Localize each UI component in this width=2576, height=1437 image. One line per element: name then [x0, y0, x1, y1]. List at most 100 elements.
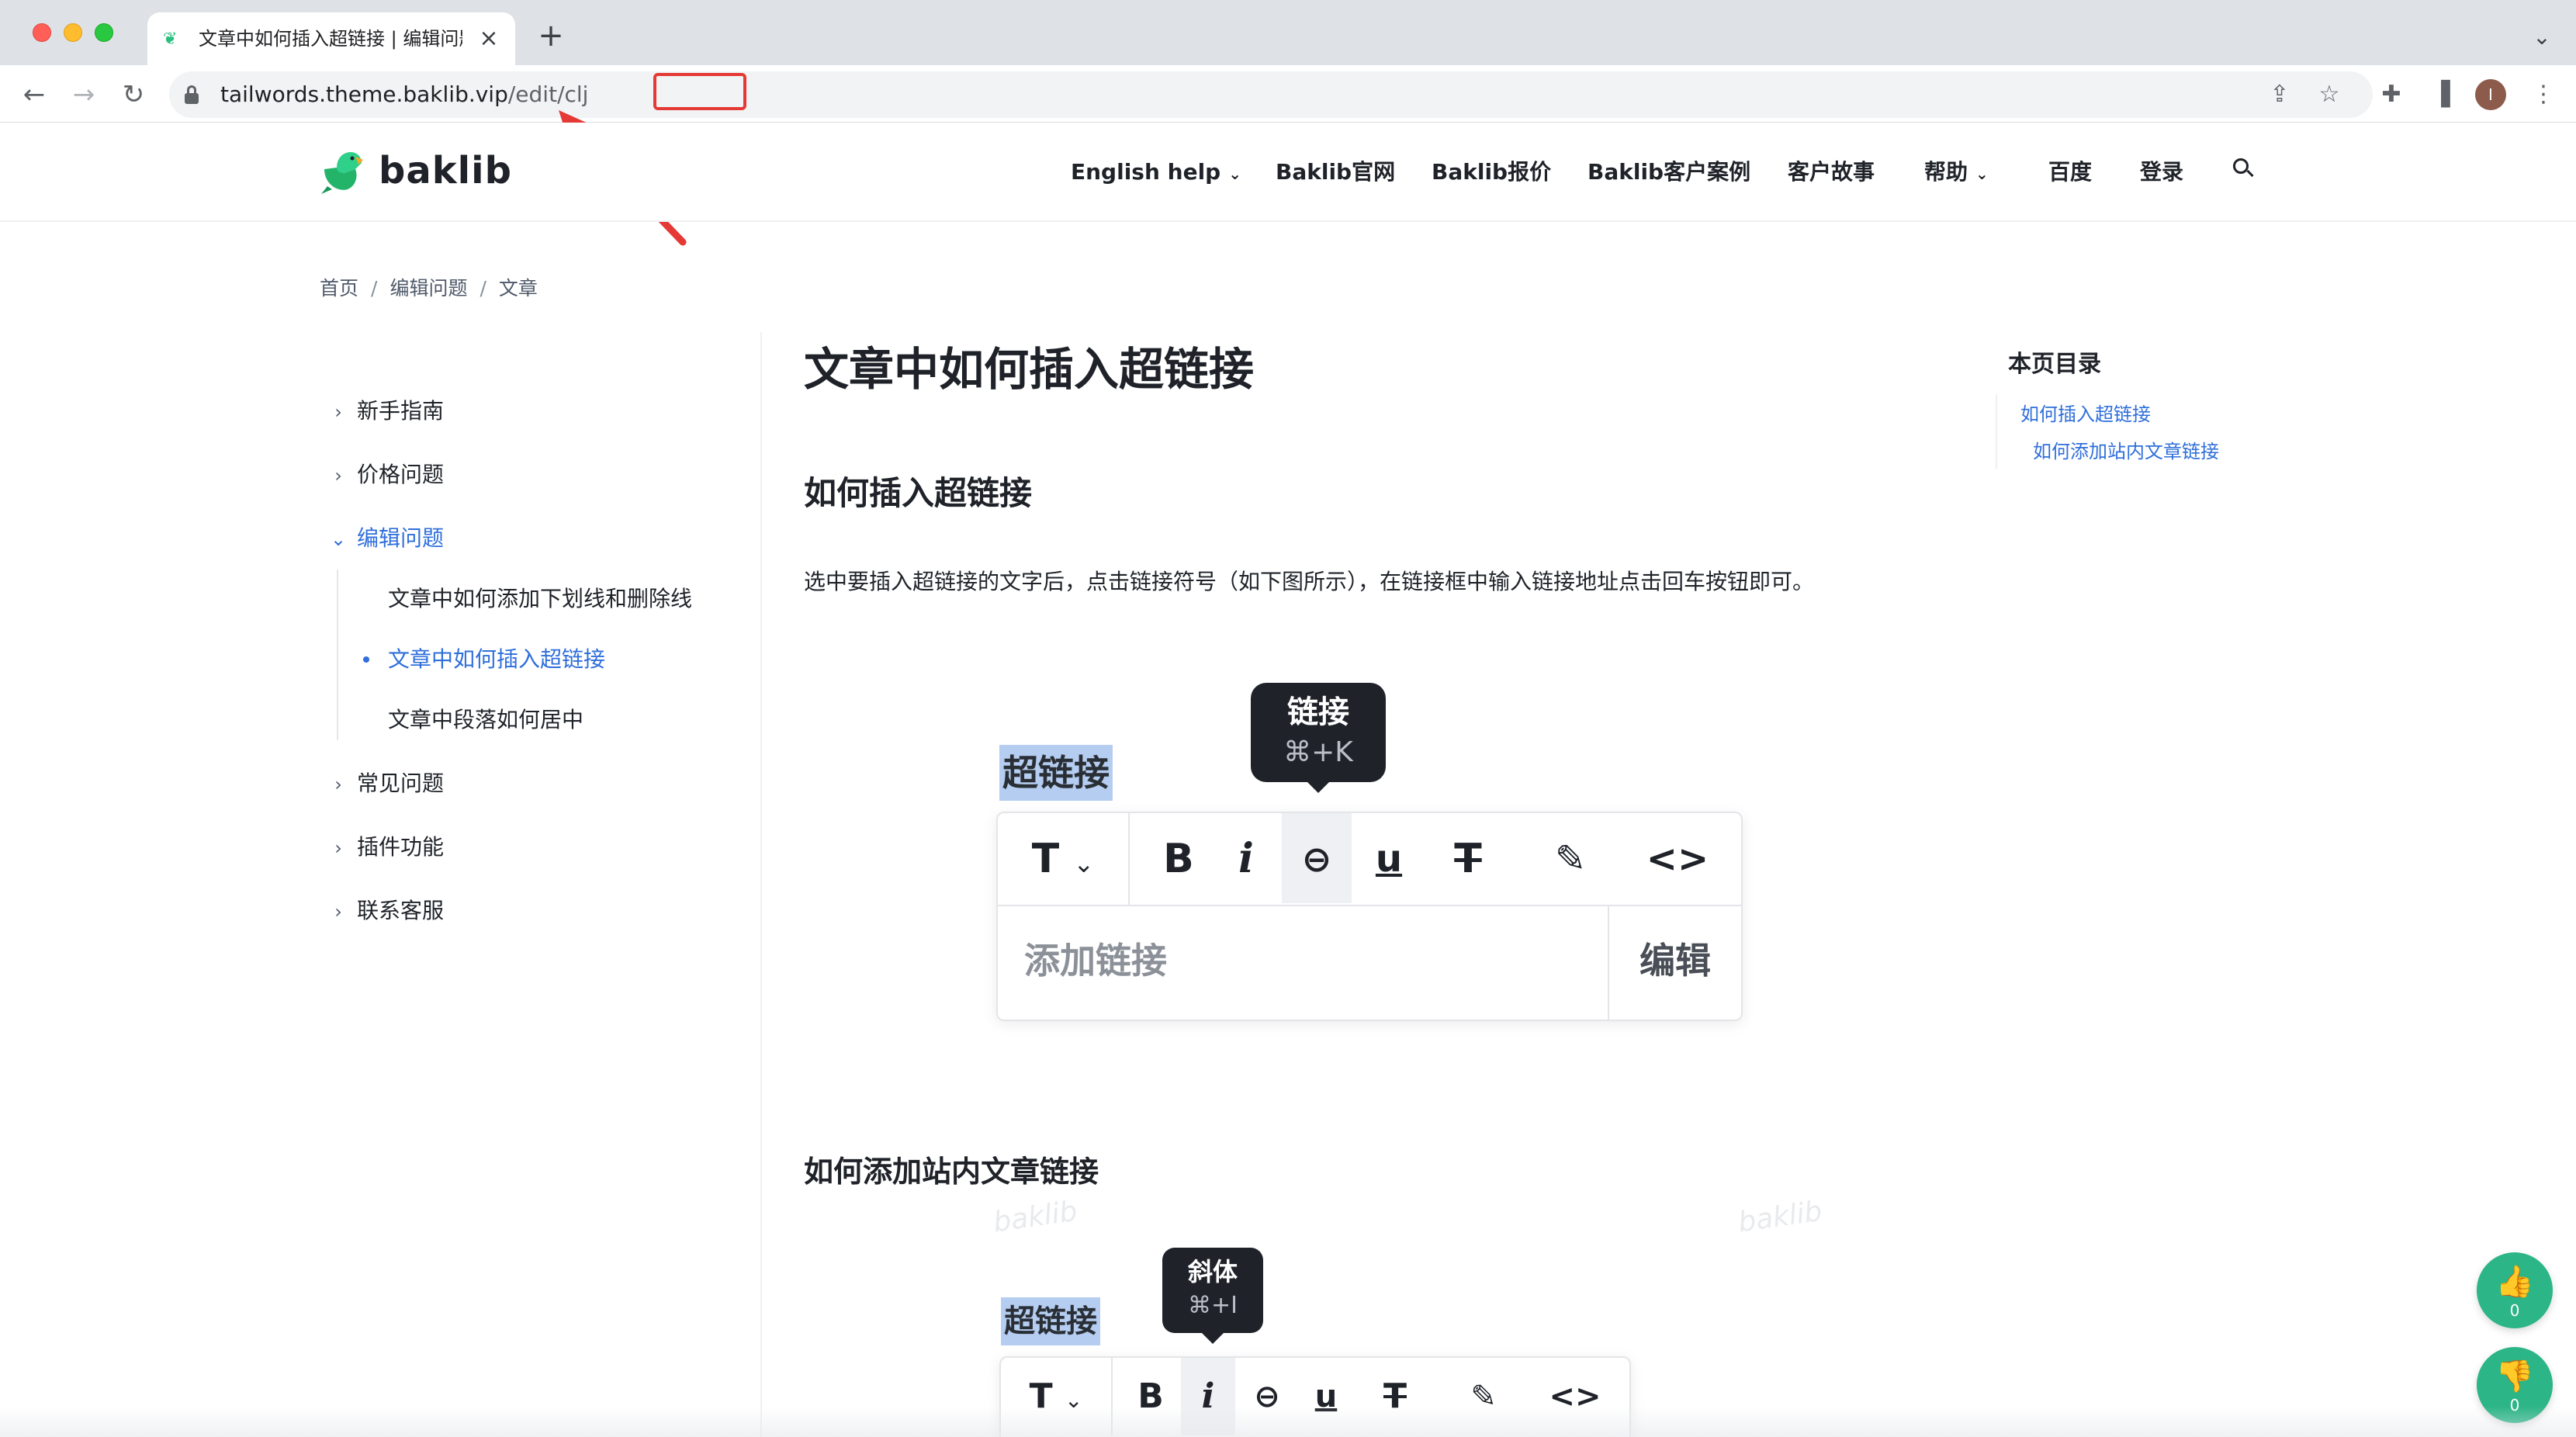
article-paragraph: 选中要插入超链接的文字后，点击链接符号（如下图所示），在链接框中输入链接地址点击… [804, 569, 1815, 594]
sidebar-item-plugins[interactable]: › 插件功能 [320, 830, 444, 864]
thumbs-up-count: 0 [2509, 1301, 2520, 1320]
url-text[interactable]: tailwords.theme.baklib.vip/edit/clj [220, 71, 588, 118]
sidebar-item-label: 编辑问题 [357, 525, 445, 551]
new-tab-button[interactable]: + [535, 20, 566, 51]
nav-help[interactable]: 帮助 ⌄ [1924, 157, 1989, 188]
site-header: baklib English help ⌄ Baklib官网 Baklib报价 B… [0, 123, 2576, 222]
thumbs-down-icon: 👎 [2495, 1359, 2534, 1394]
baklib-favicon-icon: ❦ [163, 29, 178, 49]
sidebar-subtree-rail [337, 570, 338, 740]
chevron-right-icon: › [334, 901, 342, 923]
italic-icon: i [1238, 835, 1254, 882]
tab-close-icon[interactable]: × [475, 25, 503, 53]
section-heading-internal-link: 如何添加站内文章链接 [804, 1155, 1099, 1189]
window-zoom-button[interactable] [95, 23, 113, 42]
toc-rail [1996, 394, 1997, 469]
toc-link-internal-link[interactable]: 如何添加站内文章链接 [2033, 438, 2219, 466]
sidebar-item-beginner-guide[interactable]: › 新手指南 [320, 394, 444, 428]
breadcrumb-separator: / [371, 277, 378, 300]
thumbs-up-button[interactable]: 👍 0 [2477, 1252, 2553, 1328]
underline-icon: u [1375, 837, 1403, 881]
sidebar-subitem-hyperlink[interactable]: 文章中如何插入超链接 [363, 642, 605, 677]
sidebar-item-pricing[interactable]: › 价格问题 [320, 458, 444, 492]
italic-tooltip: 斜体 ⌘+I [1162, 1248, 1263, 1344]
tooltip-pointer [1307, 782, 1329, 793]
tooltip-shortcut: ⌘+I [1188, 1292, 1238, 1319]
window-bottom-shadow [0, 1406, 2576, 1437]
nav-english-help[interactable]: English help ⌄ [1071, 157, 1241, 188]
text-style-icon: T ⌄ [1031, 836, 1095, 882]
breadcrumb-category[interactable]: 编辑问题 [390, 277, 467, 300]
chevron-right-icon: › [334, 774, 342, 795]
puzzle-icon[interactable]: ✚ [2374, 78, 2408, 112]
nav-baidu[interactable]: 百度 [2048, 157, 2092, 188]
link-edit-label: 编辑 [1608, 906, 1741, 1020]
tooltip-shortcut: ⌘+K [1283, 736, 1353, 768]
link-input-placeholder: 添加链接 [1024, 940, 1167, 982]
toc-link-insert-link[interactable]: 如何插入超链接 [2020, 400, 2151, 428]
strikethrough-icon: T [1454, 836, 1482, 882]
window-close-button[interactable] [33, 23, 51, 42]
nav-label: English help [1071, 159, 1221, 185]
tooltip-title: 斜体 [1187, 1257, 1238, 1286]
browser-toolbar: ← → ↻ tailwords.theme.baklib.vip/edit/cl… [0, 65, 2576, 123]
back-arrow-icon[interactable]: ← [17, 78, 51, 112]
link-icon: ⊖ [1282, 813, 1352, 903]
url-host: tailwords.theme.baklib.vip [220, 81, 508, 107]
sidebar-nav: › 新手指南 › 价格问题 ⌄ 编辑问题 文章中如何添加下划线和删除线 文章中如何插入… [320, 380, 754, 970]
baklib-logo[interactable]: baklib [317, 143, 511, 199]
chevron-right-icon: › [334, 837, 342, 859]
current-page-dot [363, 656, 369, 663]
kebab-menu-icon[interactable]: ⋮ [2526, 78, 2560, 112]
sidebar-item-label: 新手指南 [357, 398, 445, 424]
content-divider [760, 332, 762, 1437]
selected-text: 超链接 [1001, 1297, 1100, 1345]
lock-icon[interactable] [185, 85, 199, 104]
search-icon[interactable] [2233, 158, 2255, 180]
code-icon: <> [1646, 837, 1709, 881]
tab-search-chevron-icon[interactable]: ⌄ [2526, 22, 2557, 53]
share-icon[interactable]: ⇪ [2263, 78, 2297, 112]
sidebar-item-label: 常见问题 [357, 770, 445, 796]
sidebar-item-label: 价格问题 [357, 462, 445, 487]
highlighter-icon: ✎ [1554, 837, 1587, 881]
forward-arrow-icon[interactable]: → [67, 78, 101, 112]
chevron-right-icon: › [334, 465, 342, 487]
reload-icon[interactable]: ↻ [116, 78, 151, 112]
sidebar-item-faq[interactable]: › 常见问题 [320, 767, 444, 801]
toc-title: 本页目录 [2008, 351, 2101, 378]
thumbs-up-icon: 👍 [2495, 1264, 2534, 1300]
logo-text: baklib [379, 149, 512, 192]
nav-login[interactable]: 登录 [2140, 157, 2183, 188]
breadcrumb-separator: / [480, 277, 486, 300]
sidebar-subitem-center[interactable]: 文章中段落如何居中 [388, 703, 583, 737]
nav-baklib-official[interactable]: Baklib官网 [1276, 157, 1395, 188]
breadcrumb-current: 文章 [498, 277, 538, 300]
nav-baklib-pricing[interactable]: Baklib报价 [1432, 157, 1551, 188]
watermark: baklib [991, 1195, 1079, 1239]
nav-baklib-cases[interactable]: Baklib客户案例 [1587, 157, 1750, 188]
nav-label: 帮助 [1924, 159, 1968, 185]
toolbar-separator [1128, 813, 1130, 905]
sidebar-subitem-underline[interactable]: 文章中如何添加下划线和删除线 [388, 582, 692, 616]
chevron-down-icon: ⌄ [1975, 164, 1989, 183]
sidebar-item-label: 插件功能 [357, 834, 445, 860]
tab-title: 文章中如何插入超链接 | 编辑问题 [199, 28, 462, 50]
star-icon[interactable]: ☆ [2312, 78, 2346, 112]
address-bar[interactable]: tailwords.theme.baklib.vip/edit/clj ⇪ ☆ [169, 71, 2373, 118]
chevron-right-icon: › [334, 401, 342, 423]
window-minimize-button[interactable] [64, 23, 82, 42]
chevron-down-icon: ⌄ [1228, 164, 1241, 183]
breadcrumb-home[interactable]: 首页 [320, 277, 358, 300]
browser-tab-active[interactable]: ❦ 文章中如何插入超链接 | 编辑问题 × [147, 12, 515, 65]
parrot-logo-icon [321, 152, 363, 194]
bold-icon: B [1163, 836, 1194, 882]
link-tooltip: 链接 ⌘+K [1251, 683, 1386, 793]
profile-avatar[interactable]: I [2475, 79, 2506, 110]
sidepanel-icon[interactable]: ▐ [2424, 78, 2458, 112]
sidebar-item-editing[interactable]: ⌄ 编辑问题 [320, 521, 444, 556]
sidebar-item-support[interactable]: › 联系客服 [320, 894, 444, 928]
nav-customer-stories[interactable]: 客户故事 [1788, 157, 1875, 188]
selected-text: 超链接 [999, 745, 1113, 801]
editor-toolbar-demo: T ⌄ B i ⊖ u T ✎ <> 添加链接 编辑 [996, 812, 1743, 1021]
